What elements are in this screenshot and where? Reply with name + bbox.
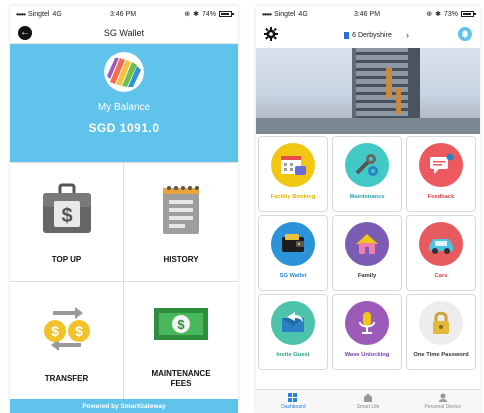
tab-personal-device[interactable]: Personal Device — [405, 390, 480, 413]
location-label: 6 Derbyshire — [352, 31, 392, 39]
gear-icon[interactable] — [264, 27, 278, 41]
calendar-icon — [271, 143, 315, 187]
tile-one-time-password[interactable]: One Time Password — [406, 294, 476, 370]
tab-dashboard[interactable]: Dashboard — [256, 390, 331, 413]
back-arrow-icon[interactable]: ← — [18, 26, 32, 40]
tile-feedback[interactable]: Feedback — [406, 136, 476, 212]
wallet-actions-grid: $ TOP UP HISTORY $ $ TRANSFER $ MAINTENA… — [10, 162, 238, 401]
carrier-label: Singtel — [274, 10, 296, 18]
wallet-icon: $ — [36, 179, 98, 241]
tile-label: Facility Booking — [270, 194, 316, 200]
svg-text:$: $ — [51, 323, 59, 339]
chevron-right-icon[interactable]: › — [406, 30, 409, 40]
action-label: MAINTENANCE FEES — [151, 369, 211, 388]
network-label: 4G — [52, 10, 62, 18]
building-icon — [344, 31, 350, 39]
tile-label: Cars — [434, 273, 448, 279]
tab-label: Dashboard — [281, 404, 306, 410]
sg-wallet-screen: ••••• Singtel 4G 3:46 PM ⊕ ✱ 74% ← SG Wa… — [10, 6, 238, 413]
tools-icon — [345, 143, 389, 187]
home-icon — [363, 393, 372, 402]
app-logo-icon — [104, 52, 144, 92]
tile-label: Wave Unlocking — [344, 352, 390, 358]
action-label: TOP UP — [51, 255, 82, 264]
status-bar: ••••• Singtel 4G 3:46 PM ⊕ ✱ 73% — [256, 6, 480, 22]
building-hero-image — [256, 48, 480, 134]
lock-rotation-icon: ⊕ — [426, 11, 433, 18]
action-label: HISTORY — [163, 255, 199, 264]
car-icon — [419, 222, 463, 266]
balance-panel: My Balance SGD 1091.0 — [10, 44, 238, 162]
location-selector[interactable]: 6 Derbyshire — [344, 31, 392, 39]
invite-icon — [271, 301, 315, 345]
clock: 3:46 PM — [353, 10, 381, 18]
battery-percent: 73% — [443, 10, 458, 18]
svg-text:$: $ — [177, 317, 185, 332]
history-button[interactable]: HISTORY — [124, 163, 238, 282]
wallet-icon — [271, 222, 315, 266]
page-title: SG Wallet — [103, 27, 145, 38]
padlock-icon — [419, 301, 463, 345]
screenshot-stage: ••••• Singtel 4G 3:46 PM ⊕ ✱ 74% ← SG Wa… — [0, 0, 484, 413]
tab-smart-life[interactable]: Smart Life — [331, 390, 406, 413]
bluetooth-icon: ✱ — [435, 11, 441, 18]
tile-label: Family — [357, 273, 377, 279]
banknote-icon: $ — [150, 293, 212, 355]
tile-label: One Time Password — [413, 352, 469, 358]
dashboard-icon — [288, 393, 298, 402]
feature-tiles-grid: Facility Booking Maintenance Feedback SG… — [258, 136, 478, 370]
balance-label: My Balance — [97, 102, 151, 113]
maintenance-fees-button[interactable]: $ MAINTENANCE FEES — [124, 282, 238, 401]
nav-bar: ← SG Wallet — [10, 22, 238, 44]
clock: 3:46 PM — [109, 10, 137, 18]
notification-bell-icon[interactable] — [458, 27, 472, 41]
status-bar: ••••• Singtel 4G 3:46 PM ⊕ ✱ 74% — [10, 6, 238, 22]
tab-label: Personal Device — [424, 404, 461, 410]
tile-invite-guest[interactable]: Invite Guest — [258, 294, 328, 370]
dashboard-screen: ••••• Singtel 4G 3:46 PM ⊕ ✱ 73% 6 Derby… — [256, 6, 480, 413]
tile-sg-wallet[interactable]: SG Wallet — [258, 215, 328, 291]
chat-icon — [419, 143, 463, 187]
tile-label: Maintenance — [349, 194, 385, 200]
tile-family[interactable]: Family — [332, 215, 402, 291]
bottom-tab-bar: Dashboard Smart Life Personal Device — [256, 389, 480, 413]
network-label: 4G — [298, 10, 308, 18]
svg-text:$: $ — [75, 323, 83, 339]
carrier-label: Singtel — [28, 10, 50, 18]
house-icon — [345, 222, 389, 266]
top-up-button[interactable]: $ TOP UP — [10, 163, 124, 282]
nav-bar: 6 Derbyshire › — [256, 22, 480, 48]
svg-text:$: $ — [61, 205, 72, 227]
signal-icon: ••••• — [262, 9, 272, 19]
tile-facility-booking[interactable]: Facility Booking — [258, 136, 328, 212]
balance-amount: SGD 1091.0 — [88, 121, 160, 135]
transfer-coins-icon: $ $ — [36, 298, 98, 360]
tile-label: SG Wallet — [279, 273, 307, 279]
tile-label: Feedback — [427, 194, 455, 200]
battery-icon — [460, 11, 476, 17]
action-label: TRANSFER — [44, 374, 89, 383]
tile-wave-unlocking[interactable]: Wave Unlocking — [332, 294, 402, 370]
microphone-icon — [345, 301, 389, 345]
tile-label: Invite Guest — [276, 352, 310, 358]
signal-icon: ••••• — [16, 9, 26, 19]
device-icon — [438, 393, 447, 402]
transfer-button[interactable]: $ $ TRANSFER — [10, 282, 124, 401]
notepad-icon — [150, 179, 212, 241]
tile-maintenance[interactable]: Maintenance — [332, 136, 402, 212]
battery-percent: 74% — [201, 10, 216, 18]
tab-label: Smart Life — [356, 404, 380, 410]
tile-cars[interactable]: Cars — [406, 215, 476, 291]
battery-icon — [218, 11, 234, 17]
lock-rotation-icon: ⊕ — [184, 11, 191, 18]
bluetooth-icon: ✱ — [193, 11, 199, 18]
powered-by-footer: Powered by SmartGateway — [10, 399, 238, 413]
